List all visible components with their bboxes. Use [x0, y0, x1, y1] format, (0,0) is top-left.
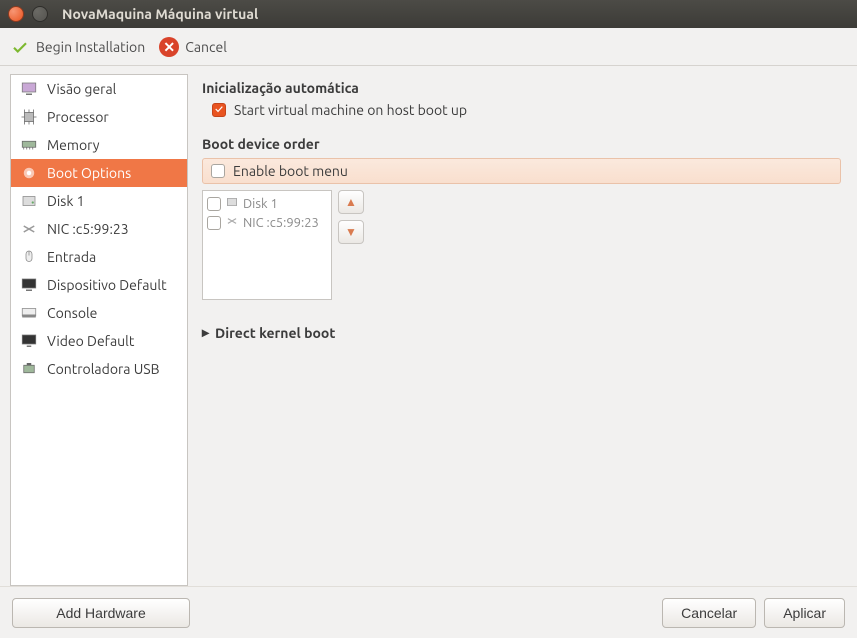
- sidebar-item-label: Console: [47, 305, 97, 321]
- apply-button[interactable]: Aplicar: [764, 598, 845, 628]
- sidebar-item-label: Processor: [47, 109, 109, 125]
- boot-device-list[interactable]: Disk 1 NIC :c5:99:23: [202, 190, 332, 300]
- check-icon: [10, 37, 30, 57]
- console-icon: [19, 303, 39, 323]
- sidebar-item-input[interactable]: Entrada: [11, 243, 187, 271]
- chevron-up-icon: ▲: [345, 195, 357, 209]
- window-minimize-icon[interactable]: [32, 6, 48, 22]
- boot-list-item[interactable]: Disk 1: [207, 195, 327, 212]
- sidebar-item-display[interactable]: Dispositivo Default: [11, 271, 187, 299]
- boot-item-label: NIC :c5:99:23: [243, 216, 319, 230]
- sidebar-item-nic[interactable]: NIC :c5:99:23: [11, 215, 187, 243]
- sidebar-item-label: Dispositivo Default: [47, 277, 167, 293]
- autostart-checkbox[interactable]: [212, 103, 226, 117]
- boot-list-item[interactable]: NIC :c5:99:23: [207, 214, 327, 231]
- mouse-icon: [19, 247, 39, 267]
- boot-item-label: Disk 1: [243, 197, 278, 211]
- disk-icon: [19, 191, 39, 211]
- video-icon: [19, 331, 39, 351]
- direct-kernel-boot-expander[interactable]: ▸ Direct kernel boot: [202, 324, 841, 341]
- sidebar-item-disk1[interactable]: Disk 1: [11, 187, 187, 215]
- sidebar-item-console[interactable]: Console: [11, 299, 187, 327]
- memory-icon: [19, 135, 39, 155]
- cpu-icon: [19, 107, 39, 127]
- nic-icon: [19, 219, 39, 239]
- cancel-button[interactable]: ✕ Cancel: [159, 37, 227, 57]
- enable-boot-menu-checkbox[interactable]: [211, 164, 225, 178]
- begin-installation-button[interactable]: Begin Installation: [10, 37, 145, 57]
- cancel-icon: ✕: [159, 37, 179, 57]
- boot-item-checkbox[interactable]: [207, 216, 221, 230]
- sidebar-item-processor[interactable]: Processor: [11, 103, 187, 131]
- boot-panel: Disk 1 NIC :c5:99:23 ▲ ▼: [202, 190, 841, 300]
- gear-icon: [19, 163, 39, 183]
- enable-boot-menu-label: Enable boot menu: [233, 163, 348, 179]
- cancel-footer-button[interactable]: Cancelar: [662, 598, 756, 628]
- sidebar-item-label: Video Default: [47, 333, 134, 349]
- usb-icon: [19, 359, 39, 379]
- sidebar-item-video[interactable]: Video Default: [11, 327, 187, 355]
- cancel-label: Cancel: [185, 39, 227, 55]
- titlebar: NovaMaquina Máquina virtual: [0, 0, 857, 28]
- autostart-title: Inicialização automática: [202, 80, 841, 96]
- autostart-label: Start virtual machine on host boot up: [234, 102, 467, 118]
- cancel-footer-label: Cancelar: [681, 605, 737, 621]
- sidebar-item-label: Memory: [47, 137, 100, 153]
- enable-boot-menu-row: Enable boot menu: [202, 158, 841, 184]
- direct-kernel-boot-label: Direct kernel boot: [215, 325, 335, 341]
- sidebar-item-boot-options[interactable]: Boot Options: [11, 159, 187, 187]
- boot-item-checkbox[interactable]: [207, 197, 221, 211]
- chevron-down-icon: ▼: [345, 225, 357, 239]
- body-area: Visão geral Processor Memory Boot Option…: [0, 66, 857, 586]
- sidebar-item-label: Disk 1: [47, 193, 85, 209]
- sidebar-item-usb[interactable]: Controladora USB: [11, 355, 187, 383]
- sidebar: Visão geral Processor Memory Boot Option…: [10, 74, 188, 586]
- window-title: NovaMaquina Máquina virtual: [62, 6, 258, 22]
- move-down-button[interactable]: ▼: [338, 220, 364, 244]
- begin-installation-label: Begin Installation: [36, 39, 145, 55]
- monitor-icon: [19, 79, 39, 99]
- sidebar-item-memory[interactable]: Memory: [11, 131, 187, 159]
- display-icon: [19, 275, 39, 295]
- sidebar-item-label: Entrada: [47, 249, 96, 265]
- bottom-bar: Add Hardware Cancelar Aplicar: [0, 586, 857, 638]
- nic-icon: [225, 214, 239, 231]
- move-up-button[interactable]: ▲: [338, 190, 364, 214]
- chevron-right-icon: ▸: [202, 324, 209, 341]
- sidebar-item-label: Controladora USB: [47, 361, 160, 377]
- window-close-icon[interactable]: [8, 6, 24, 22]
- add-hardware-label: Add Hardware: [56, 605, 146, 621]
- boot-order-title: Boot device order: [202, 136, 841, 152]
- sidebar-item-label: NIC :c5:99:23: [47, 221, 129, 237]
- disk-icon: [225, 195, 239, 212]
- sidebar-item-overview[interactable]: Visão geral: [11, 75, 187, 103]
- sidebar-item-label: Visão geral: [47, 81, 116, 97]
- sidebar-item-label: Boot Options: [47, 165, 131, 181]
- content-pane: Inicialização automática Start virtual m…: [194, 74, 847, 586]
- toolbar: Begin Installation ✕ Cancel: [0, 28, 857, 66]
- apply-label: Aplicar: [783, 605, 826, 621]
- boot-reorder-controls: ▲ ▼: [338, 190, 364, 244]
- add-hardware-button[interactable]: Add Hardware: [12, 598, 190, 628]
